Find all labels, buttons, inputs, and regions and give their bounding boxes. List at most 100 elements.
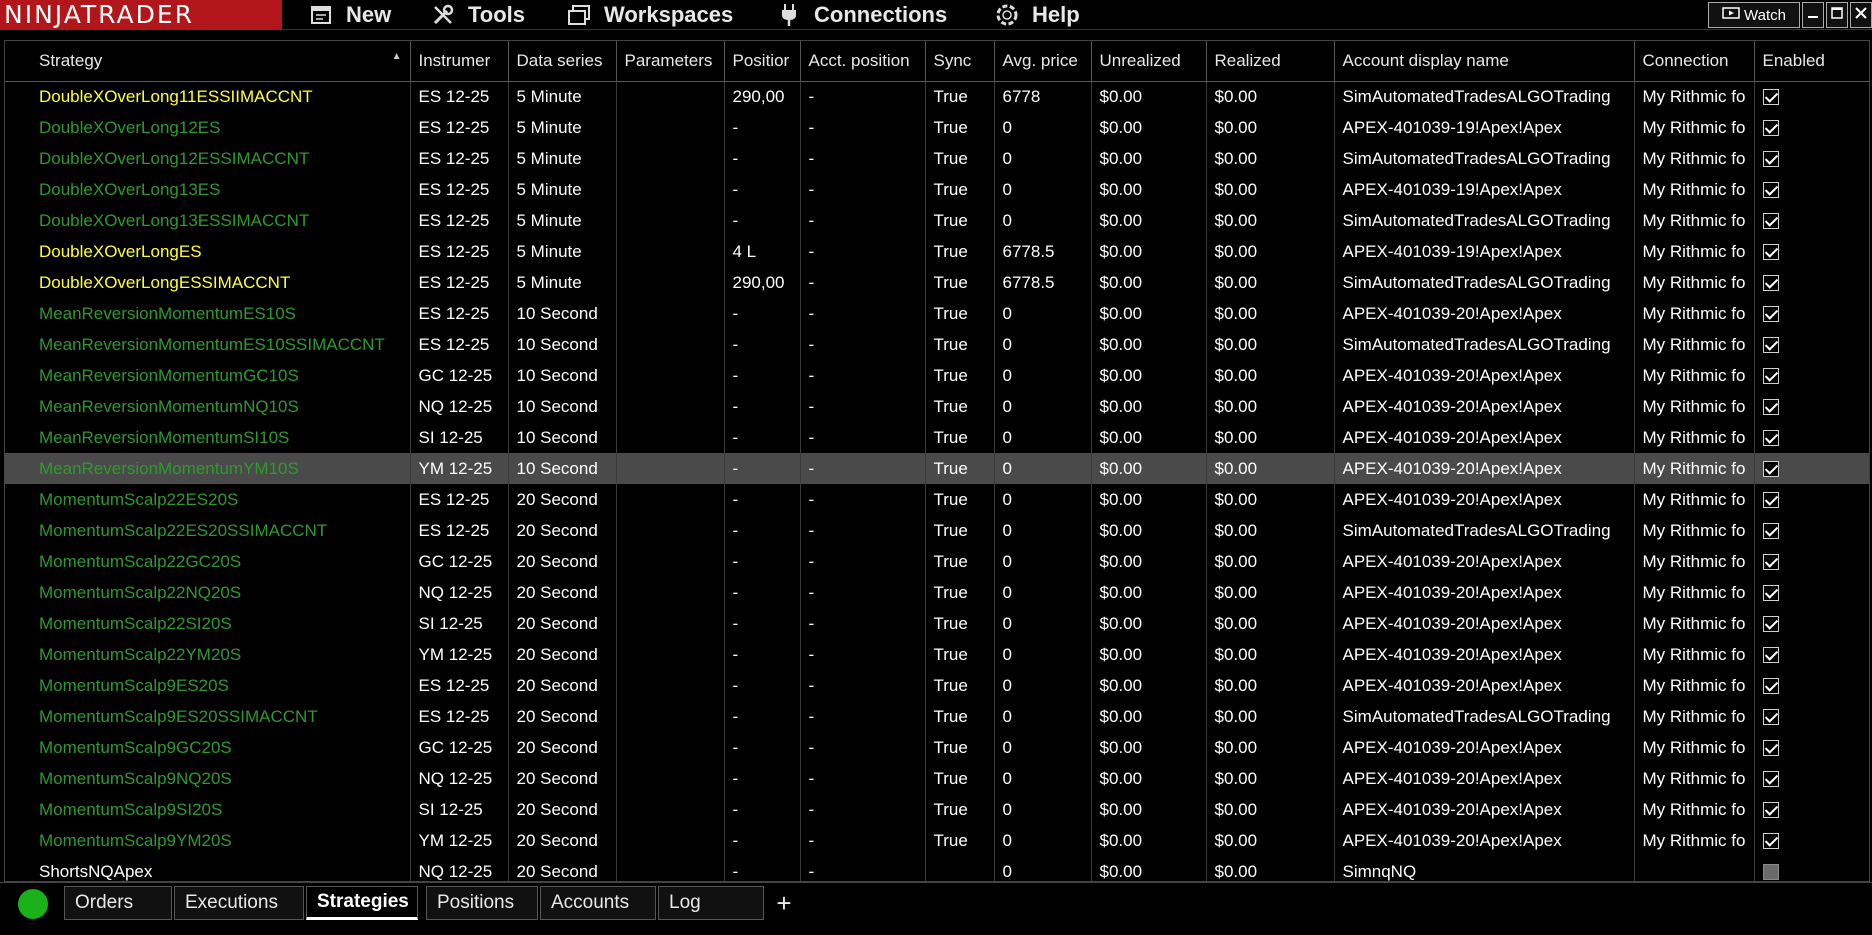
cell-enabled — [1754, 484, 1869, 515]
menu-workspaces[interactable]: Workspaces — [566, 0, 733, 30]
enabled-checkbox[interactable] — [1762, 120, 1779, 137]
enabled-checkbox[interactable] — [1762, 492, 1779, 509]
tab-orders[interactable]: Orders — [64, 886, 172, 920]
cell-connection: My Rithmic fo — [1634, 608, 1755, 639]
enabled-checkbox[interactable] — [1762, 616, 1779, 633]
column-header-strategy[interactable]: Strategy ▲ — [5, 41, 411, 82]
table-row[interactable]: DoubleXOverLongES ES 12-25 5 Minute 4 L - Tru… — [5, 236, 1869, 267]
enabled-checkbox[interactable] — [1762, 182, 1779, 199]
maximize-button[interactable] — [1826, 2, 1848, 28]
tab-positions[interactable]: Positions — [426, 886, 538, 920]
enabled-checkbox[interactable] — [1762, 368, 1779, 385]
add-tab-button[interactable]: + — [767, 886, 801, 920]
menu-new[interactable]: New — [308, 0, 391, 30]
enabled-checkbox[interactable] — [1762, 337, 1779, 354]
cell-enabled — [1754, 143, 1869, 174]
table-row[interactable]: MomentumScalp9ES20S ES 12-25 20 Second - - Tr… — [5, 670, 1869, 701]
table-row[interactable]: MeanReversionMomentumYM10S YM 12-25 10 Sec… — [5, 453, 1869, 484]
table-row[interactable]: MomentumScalp22NQ20S NQ 12-25 20 Second - - T… — [5, 577, 1869, 608]
enabled-checkbox[interactable] — [1762, 709, 1779, 726]
enabled-checkbox[interactable] — [1762, 585, 1779, 602]
cell-data-series: 20 Second — [508, 701, 617, 732]
enabled-checkbox[interactable] — [1762, 833, 1779, 850]
enabled-checkbox[interactable] — [1762, 306, 1779, 323]
column-header-connection[interactable]: Connection — [1634, 41, 1755, 82]
table-row[interactable]: MomentumScalp22GC20S GC 12-25 20 Second - - T… — [5, 546, 1869, 577]
table-row[interactable]: MomentumScalp9SI20S SI 12-25 20 Second - - Tr… — [5, 794, 1869, 825]
column-header-parameters[interactable]: Parameters — [616, 41, 725, 82]
table-row[interactable]: MomentumScalp9ES20SSIMACCNT ES 12-25 20 Se… — [5, 701, 1869, 732]
enabled-checkbox[interactable] — [1762, 89, 1779, 106]
enabled-checkbox[interactable] — [1762, 740, 1779, 757]
column-header-data-series[interactable]: Data series — [508, 41, 617, 82]
table-row[interactable]: MomentumScalp9NQ20S NQ 12-25 20 Second - - Tr… — [5, 763, 1869, 794]
tab-executions[interactable]: Executions — [174, 886, 304, 920]
table-row[interactable]: DoubleXOverLong12ESSIMACCNT ES 12-25 5 Min… — [5, 143, 1869, 174]
enabled-checkbox[interactable] — [1762, 430, 1779, 447]
enabled-checkbox[interactable] — [1762, 523, 1779, 540]
enabled-checkbox[interactable] — [1762, 244, 1779, 261]
table-row[interactable]: MomentumScalp22ES20S ES 12-25 20 Second - - T… — [5, 484, 1869, 515]
table-row[interactable]: DoubleXOverLong12ES ES 12-25 5 Minute - - Tru… — [5, 112, 1869, 143]
table-row[interactable]: DoubleXOverLong13ESSIMACCNT ES 12-25 5 Min… — [5, 205, 1869, 236]
enabled-checkbox[interactable] — [1762, 151, 1779, 168]
table-row[interactable]: DoubleXOverLong13ES ES 12-25 5 Minute - - Tru… — [5, 174, 1869, 205]
enabled-checkbox[interactable] — [1762, 864, 1779, 881]
enabled-checkbox[interactable] — [1762, 399, 1779, 416]
table-row[interactable]: MomentumScalp22YM20S YM 12-25 20 Second - - T… — [5, 639, 1869, 670]
tab-log[interactable]: Log — [658, 886, 764, 920]
enabled-checkbox[interactable] — [1762, 554, 1779, 571]
table-row[interactable]: MomentumScalp9YM20S YM 12-25 20 Second - - Tr… — [5, 825, 1869, 856]
cell-connection: My Rithmic fo — [1634, 732, 1755, 763]
table-row[interactable]: MeanReversionMomentumES10S ES 12-25 10 Sec… — [5, 298, 1869, 329]
cell-sync: True — [925, 329, 995, 360]
table-row[interactable]: DoubleXOverLong11ESSIIMACCNT ES 12-25 5 Mi… — [5, 81, 1869, 112]
menu-connections[interactable]: Connections — [776, 0, 947, 30]
enabled-checkbox[interactable] — [1762, 461, 1779, 478]
table-row[interactable]: MeanReversionMomentumNQ10S NQ 12-25 10 Sec… — [5, 391, 1869, 422]
column-header-instrument[interactable]: Instrumer — [410, 41, 509, 82]
column-header-unrealized[interactable]: Unrealized — [1091, 41, 1207, 82]
column-header-sync[interactable]: Sync — [925, 41, 995, 82]
cell-position: - — [724, 763, 801, 794]
tab-strategies[interactable]: Strategies — [306, 886, 418, 920]
cell-avg-price: 0 — [994, 484, 1092, 515]
enabled-checkbox[interactable] — [1762, 647, 1779, 664]
column-header-acct-position[interactable]: Acct. position — [800, 41, 926, 82]
table-row[interactable]: MeanReversionMomentumSI10S SI 12-25 10 Sec… — [5, 422, 1869, 453]
strategies-grid: Strategy ▲ Instrumer Data series Paramete… — [4, 40, 1870, 882]
column-header-account-display-name[interactable]: Account display name — [1334, 41, 1635, 82]
menu-tools[interactable]: Tools — [430, 0, 525, 30]
table-row[interactable]: MeanReversionMomentumGC10S GC 12-25 10 Sec… — [5, 360, 1869, 391]
enabled-checkbox[interactable] — [1762, 802, 1779, 819]
cell-instrument: ES 12-25 — [410, 484, 509, 515]
column-header-avg-price[interactable]: Avg. price — [994, 41, 1092, 82]
column-header-enabled[interactable]: Enabled — [1754, 41, 1869, 82]
enabled-checkbox[interactable] — [1762, 678, 1779, 695]
watch-button[interactable]: Watch — [1708, 2, 1800, 28]
cell-position: - — [724, 608, 801, 639]
tab-accounts[interactable]: Accounts — [540, 886, 656, 920]
cell-account-display-name: APEX-401039-20!Apex!Apex — [1334, 794, 1635, 825]
cell-parameters — [616, 484, 725, 515]
cell-position: - — [724, 515, 801, 546]
enabled-checkbox[interactable] — [1762, 213, 1779, 230]
minimize-button[interactable] — [1802, 2, 1824, 28]
close-button[interactable] — [1850, 2, 1872, 28]
table-row[interactable]: MomentumScalp22SI20S SI 12-25 20 Second - - T… — [5, 608, 1869, 639]
table-row[interactable]: MomentumScalp22ES20SSIMACCNT ES 12-25 20 S… — [5, 515, 1869, 546]
cell-connection: My Rithmic fo — [1634, 174, 1755, 205]
table-row[interactable]: MomentumScalp9GC20S GC 12-25 20 Second - - Tr… — [5, 732, 1869, 763]
table-row[interactable]: DoubleXOverLongESSIMACCNT ES 12-25 5 Minut… — [5, 267, 1869, 298]
menu-help[interactable]: Help — [994, 0, 1080, 30]
column-header-position[interactable]: Positior — [724, 41, 801, 82]
cell-account-display-name: SimAutomatedTradesALGOTrading — [1334, 267, 1635, 298]
cell-enabled — [1754, 360, 1869, 391]
cell-instrument: ES 12-25 — [410, 174, 509, 205]
enabled-checkbox[interactable] — [1762, 771, 1779, 788]
enabled-checkbox[interactable] — [1762, 275, 1779, 292]
column-header-label: Strategy — [39, 50, 103, 70]
table-row[interactable]: ShortsNQApex NQ 12-25 20 Second - -0 $0.00 $0.… — [5, 856, 1869, 881]
column-header-realized[interactable]: Realized — [1206, 41, 1335, 82]
table-row[interactable]: MeanReversionMomentumES10SSIMACCNT ES 12-… — [5, 329, 1869, 360]
